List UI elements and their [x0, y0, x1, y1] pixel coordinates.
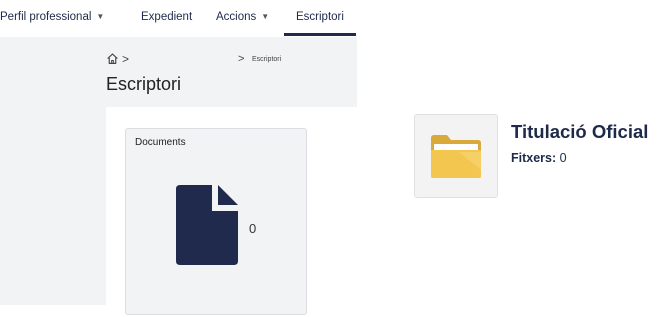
folder-tile[interactable]	[414, 114, 498, 198]
caret-down-icon: ▼	[96, 12, 105, 21]
files-label: Fitxers:	[511, 151, 557, 165]
breadcrumb-current: Escriptori	[252, 56, 282, 63]
documents-count: 0	[249, 221, 257, 236]
nav-item-escriptori[interactable]: Escriptori	[296, 11, 344, 23]
folder-name[interactable]: Titulació Oficial	[511, 121, 648, 143]
documents-card[interactable]: Documents 0	[125, 128, 307, 315]
nav-item-label: Escriptori	[296, 11, 344, 23]
nav-item-label: Perfil professional	[0, 11, 92, 23]
folder-icon	[431, 135, 481, 178]
files-count: 0	[559, 151, 567, 165]
document-icon	[176, 185, 238, 265]
nav-item-label: Expedient	[141, 11, 193, 23]
page-title: Escriptori	[106, 74, 182, 94]
breadcrumb-separator-icon: >	[238, 53, 245, 65]
nav-item-label: Accions	[216, 11, 257, 23]
home-icon[interactable]	[106, 52, 119, 68]
active-tab-indicator	[284, 33, 356, 36]
folder-files-count: Fitxers: 0	[511, 151, 567, 165]
nav-item-perfil-professional[interactable]: Perfil professional ▼	[0, 11, 104, 23]
nav-item-accions[interactable]: Accions ▼	[216, 11, 269, 23]
top-navigation: Perfil professional ▼ Expedient Accions ▼ …	[0, 0, 360, 37]
nav-item-expedient[interactable]: Expedient	[141, 11, 192, 23]
breadcrumb-separator-icon: >	[122, 52, 130, 66]
caret-down-icon: ▼	[261, 12, 270, 21]
documents-card-title: Documents	[135, 137, 186, 148]
